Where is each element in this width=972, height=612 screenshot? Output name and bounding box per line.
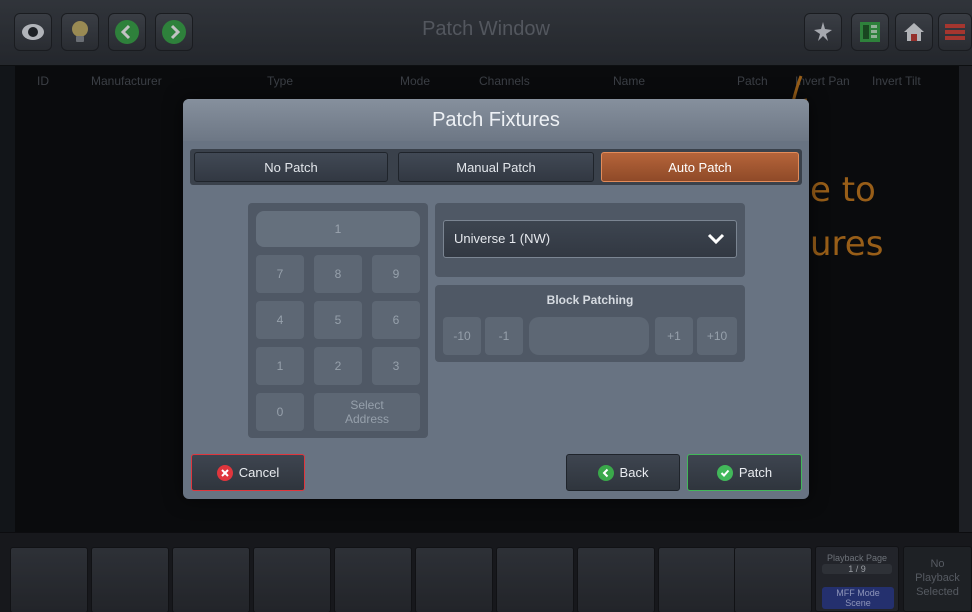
- app-root: Patch Window ID Manufacturer Type Mode C…: [0, 0, 972, 612]
- key-4[interactable]: 4: [256, 301, 304, 339]
- block-patching-title: Block Patching: [546, 293, 634, 307]
- key-0[interactable]: 0: [256, 393, 304, 431]
- select-address-label: Select: [350, 398, 384, 412]
- select-address-label: Address: [344, 412, 390, 426]
- block-count-display[interactable]: [529, 317, 649, 355]
- block-plus-1-button[interactable]: +1: [655, 317, 693, 355]
- key-2[interactable]: 2: [314, 347, 362, 385]
- key-9[interactable]: 9: [372, 255, 420, 293]
- cancel-button[interactable]: Cancel: [191, 454, 305, 491]
- block-plus-10-button[interactable]: +10: [697, 317, 737, 355]
- back-button[interactable]: Back: [566, 454, 680, 491]
- tab-manual-patch[interactable]: Manual Patch: [398, 152, 594, 182]
- universe-panel: Universe 1 (NW): [435, 203, 745, 277]
- universe-dropdown[interactable]: Universe 1 (NW): [443, 220, 737, 258]
- patch-mode-tabs: No Patch Manual Patch Auto Patch: [190, 149, 802, 185]
- dialog-title: Patch Fixtures: [183, 99, 809, 141]
- patch-label: Patch: [738, 465, 773, 480]
- cancel-label: Cancel: [238, 465, 280, 480]
- block-patching-panel: Block Patching -10 -1 +1 +10: [435, 285, 745, 362]
- keypad-display: 1: [256, 211, 420, 247]
- key-1[interactable]: 1: [256, 347, 304, 385]
- universe-selected-value: Universe 1 (NW): [454, 231, 551, 246]
- block-minus-1-button[interactable]: -1: [485, 317, 523, 355]
- tab-auto-patch[interactable]: Auto Patch: [601, 152, 799, 182]
- key-3[interactable]: 3: [372, 347, 420, 385]
- checkmark-icon: [716, 464, 733, 481]
- patch-button[interactable]: Patch: [687, 454, 802, 491]
- back-label: Back: [619, 465, 649, 480]
- key-8[interactable]: 8: [314, 255, 362, 293]
- key-5[interactable]: 5: [314, 301, 362, 339]
- block-minus-10-button[interactable]: -10: [443, 317, 481, 355]
- address-keypad: 1 7 8 9 4 5 6 1 2 3 0 Select Address: [248, 203, 428, 438]
- key-6[interactable]: 6: [372, 301, 420, 339]
- tab-no-patch[interactable]: No Patch: [194, 152, 388, 182]
- key-7[interactable]: 7: [256, 255, 304, 293]
- chevron-left-icon: [597, 464, 614, 481]
- select-address-button[interactable]: Select Address: [314, 393, 420, 431]
- patch-fixtures-dialog: Patch Fixtures No Patch Manual Patch Aut…: [183, 99, 809, 499]
- close-icon: [216, 464, 233, 481]
- chevron-down-icon: [707, 233, 725, 245]
